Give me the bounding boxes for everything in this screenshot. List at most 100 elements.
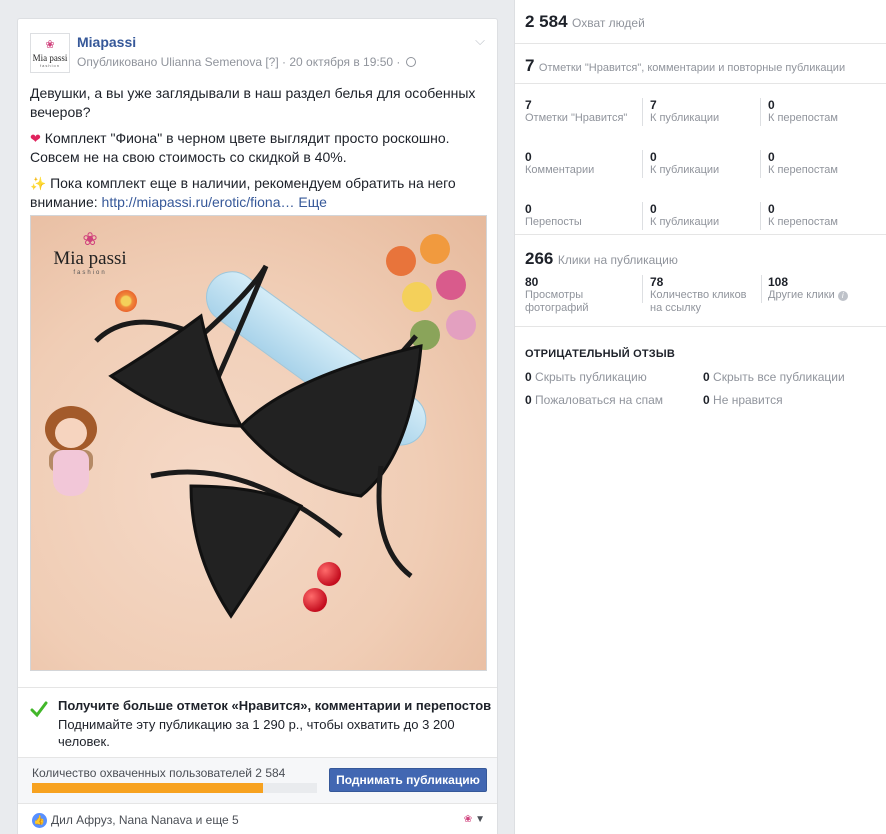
comments-total: 0 Комментарии xyxy=(525,150,645,177)
stat-number: 0 xyxy=(525,150,532,164)
stat-number: 0 xyxy=(703,393,710,407)
promote-text: Поднимайте эту публикацию за 1 290 р., ч… xyxy=(58,717,455,749)
like-icon[interactable]: 👍 xyxy=(32,813,47,828)
stat-label: Комментарии xyxy=(525,164,595,176)
cherry-shape xyxy=(317,562,341,586)
page-name-link[interactable]: Miapassi xyxy=(77,34,136,50)
clicks-stat: 266 Клики на публикацию 80 Просмотры фотог… xyxy=(515,235,886,327)
hide-all-stat: 0 Скрыть все публикации xyxy=(703,370,845,384)
post-meta: Опубликовано Ulianna Semenova [?] · 20 о… xyxy=(77,55,416,69)
stat-label-2: фотографий xyxy=(525,302,589,314)
page-avatar[interactable]: ❀ Mia passi fashion xyxy=(30,33,70,73)
avatar-sub: fashion xyxy=(40,63,60,68)
stat-number: 0 xyxy=(768,98,775,112)
stat-label: Пожаловаться на спам xyxy=(535,393,663,407)
stat-number: 80 xyxy=(525,275,539,289)
lotus-icon: ❀ xyxy=(45,39,55,51)
engagement-stat: 7 Отметки "Нравится", комментарии и повт… xyxy=(515,44,886,84)
promote-box: Получите больше отметок «Нравится», комм… xyxy=(18,687,497,757)
shares-on-post: 0К публикации xyxy=(650,202,770,229)
stat-label: Другие клики xyxy=(768,289,835,301)
clicks-label: Клики на публикацию xyxy=(557,253,678,267)
reach-progress-fill xyxy=(32,783,263,793)
post-paragraph-2-text: Комплект "Фиона" в черном цвете выглядит… xyxy=(30,130,450,165)
flower-shape xyxy=(436,270,466,300)
sparkle-icon: ✨ xyxy=(30,176,47,191)
engagement-label: Отметки "Нравится", комментарии и повтор… xyxy=(538,62,846,74)
divider xyxy=(761,275,762,303)
stat-label: Скрыть все публикации xyxy=(713,370,845,384)
post-paragraph-2: ❤ Комплект "Фиона" в черном цвете выгляд… xyxy=(30,129,488,167)
divider xyxy=(760,98,761,126)
reactors-text[interactable]: Дил Афруз, Nana Nanava и еще 5 xyxy=(51,813,239,827)
negative-feedback-title: ОТРИЦАТЕЛЬНЫЙ ОТЗЫВ xyxy=(525,348,675,360)
stat-label: К публикации xyxy=(650,112,720,124)
lingerie-illustration xyxy=(94,264,423,619)
clicks-value: 266 xyxy=(525,249,554,268)
stat-number: 0 xyxy=(703,370,710,384)
divider xyxy=(642,150,643,178)
stat-label: К перепостам xyxy=(768,164,838,176)
stat-number: 0 xyxy=(525,370,532,384)
stat-label: Просмотры xyxy=(525,289,584,301)
shares-total: 0 Перепосты xyxy=(525,202,645,229)
post-paragraph-3: ✨ Пока комплект еще в наличии, рекоменду… xyxy=(30,174,488,212)
stat-label: Количество кликов xyxy=(650,289,747,301)
photo-views: 80 Просмотры фотографий xyxy=(525,275,645,315)
see-more-link[interactable]: Еще xyxy=(298,194,327,210)
reach-count-label: Количество охваченных пользователей 2 58… xyxy=(32,766,286,780)
clicks-breakdown: 80 Просмотры фотографий 78 Количество клико… xyxy=(525,275,876,325)
post-photo[interactable]: ❀ Mia passi fashion xyxy=(30,215,487,671)
stat-number: 7 xyxy=(525,98,532,112)
hide-post-stat: 0 Скрыть публикацию xyxy=(525,370,647,384)
heart-icon: ❤ xyxy=(30,131,41,146)
post-link[interactable]: http://miapassi.ru/erotic/fiona… xyxy=(102,194,295,210)
stat-label-2: на ссылку xyxy=(650,302,702,314)
post-meta-text: Опубликовано Ulianna Semenova [?] · 20 о… xyxy=(77,55,401,69)
post-text: Девушки, а вы уже заглядывали в наш разд… xyxy=(30,84,488,219)
stat-number: 0 xyxy=(525,202,532,216)
stat-number: 0 xyxy=(650,150,657,164)
cherry-shape xyxy=(303,588,327,612)
stat-number: 0 xyxy=(768,202,775,216)
likes-total: 7 Отметки "Нравится" xyxy=(525,98,645,125)
flower-shape xyxy=(446,310,476,340)
stat-label: Отметки "Нравится" xyxy=(525,112,628,124)
divider xyxy=(642,98,643,126)
comments-on-post: 0К публикации xyxy=(650,150,770,177)
stat-number: 7 xyxy=(650,98,657,112)
post-card: ❀ Mia passi fashion Miapassi Опубликован… xyxy=(17,18,498,834)
other-clicks: 108 Другие клики i xyxy=(768,275,886,302)
stat-label: Скрыть публикацию xyxy=(535,370,647,384)
stat-number: 0 xyxy=(768,150,775,164)
divider xyxy=(760,202,761,230)
boost-post-button[interactable]: Поднимать публикацию xyxy=(329,768,487,792)
engagement-value: 7 xyxy=(525,56,535,75)
spam-report-stat: 0 Пожаловаться на спам xyxy=(525,393,663,407)
engagement-breakdown: 7 Отметки "Нравится" 7К публикации 0К пер… xyxy=(515,84,886,235)
lotus-icon: ❀ xyxy=(82,229,98,249)
divider xyxy=(642,275,643,303)
stat-label: К публикации xyxy=(650,164,720,176)
chevron-down-icon[interactable]: ⌵ xyxy=(475,33,485,49)
caret-down-icon: ▼ xyxy=(475,814,485,825)
comments-on-shares: 0К перепостам xyxy=(768,150,886,177)
reach-value: 2 584 xyxy=(525,12,568,31)
stat-label: К публикации xyxy=(650,216,720,228)
check-icon xyxy=(30,701,48,718)
reach-stat: 2 584 Охват людей xyxy=(515,0,886,44)
doll-shape xyxy=(41,406,101,526)
reach-label: Охват людей xyxy=(572,16,645,30)
post-paragraph-1: Девушки, а вы уже заглядывали в наш разд… xyxy=(30,85,476,120)
reactions-row: 👍 Дил Афруз, Nana Nanava и еще 5 ❀ ▼ xyxy=(18,803,497,834)
stat-label: К перепостам xyxy=(768,216,838,228)
avatar-brand: Mia passi xyxy=(32,53,68,63)
stat-number: 0 xyxy=(650,202,657,216)
link-clicks: 78 Количество кликов на ссылку xyxy=(650,275,770,315)
stat-label: Не нравится xyxy=(713,393,783,407)
left-background xyxy=(0,0,8,834)
stat-label: К перепостам xyxy=(768,112,838,124)
divider xyxy=(642,202,643,230)
info-icon[interactable]: i xyxy=(837,291,848,301)
page-selector[interactable]: ❀ ▼ xyxy=(464,814,485,825)
